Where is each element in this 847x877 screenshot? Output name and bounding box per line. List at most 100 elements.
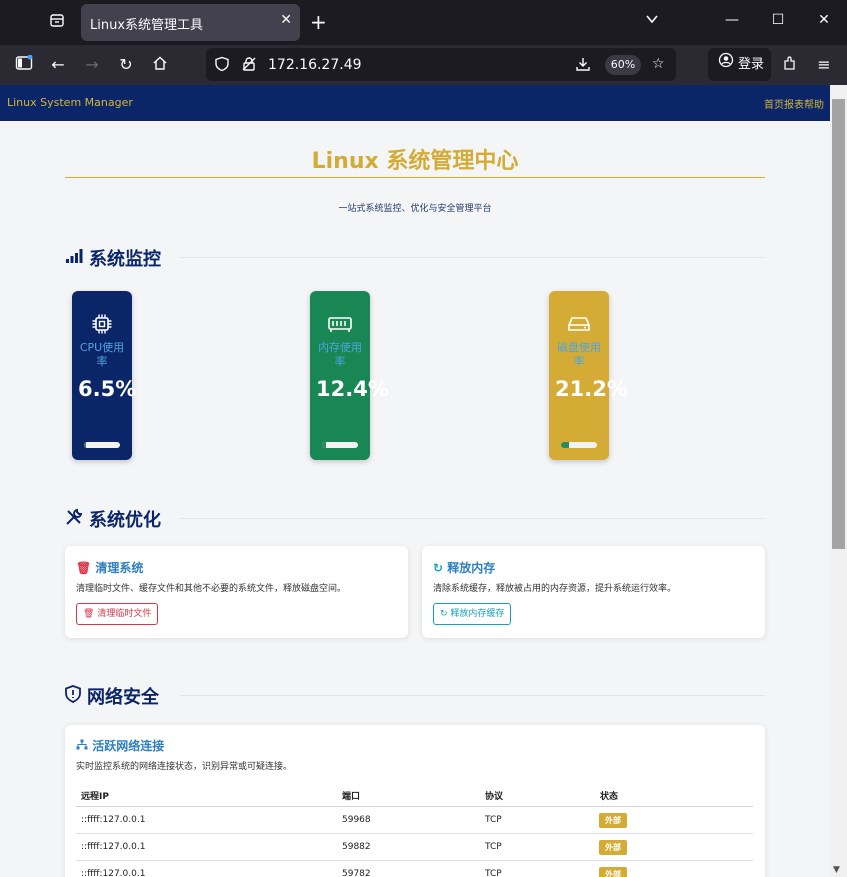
browser-tab[interactable]: Linux系统管理工具 ✕ — [81, 4, 300, 41]
header-nav-links[interactable]: 首页报表帮助 — [764, 96, 824, 111]
new-tab-icon[interactable]: + — [310, 10, 327, 34]
extensions-icon[interactable] — [780, 55, 800, 76]
section-title-optimize: 系统优化 — [65, 506, 161, 532]
forward-icon[interactable]: → — [82, 55, 102, 75]
sidebar-icon[interactable] — [14, 54, 34, 76]
memory-usage-progress-fill — [322, 442, 327, 448]
home-icon[interactable] — [150, 55, 170, 76]
list-all-tabs-icon[interactable] — [642, 12, 662, 30]
section-divider — [180, 518, 765, 519]
clean-system-title: 🗑 清理系统 — [76, 559, 143, 576]
hard-drive-icon — [549, 313, 609, 335]
memory-usage-label: 内存使用率 — [318, 341, 362, 368]
clean-system-title-text: 清理系统 — [95, 561, 144, 575]
column-header: 协议 — [485, 792, 504, 802]
trash-icon: 🗑 — [83, 609, 95, 619]
shield-icon — [65, 685, 81, 707]
page-title: Linux 系统管理中心 — [311, 149, 519, 174]
remote-ip-cell: ::ffff:127.0.0.1 — [81, 815, 146, 825]
scroll-down-arrow-icon[interactable]: ▼ — [833, 865, 840, 875]
reload-icon[interactable]: ↻ — [116, 55, 136, 75]
column-header: 状态 — [600, 792, 619, 802]
back-icon[interactable]: ← — [48, 55, 68, 75]
table-row: ::ffff:127.0.0.1 59882 TCP 外部 — [76, 834, 753, 861]
memory-usage-card: 内存使用率 12.4% — [310, 291, 389, 460]
clean-system-desc: 清理临时文件、缓存文件和其他不必要的系统文件，释放磁盘空间。 — [76, 584, 347, 594]
network-connections-desc: 实时监控系统的网络连接状态，识别异常或可疑连接。 — [76, 762, 293, 772]
section-title-optimize-text: 系统优化 — [89, 510, 161, 531]
address-bar[interactable]: 172.16.27.49 60% ☆ — [206, 48, 676, 81]
shield-icon[interactable] — [214, 56, 230, 76]
port-cell: 59782 — [342, 869, 371, 877]
bar-chart-icon — [65, 248, 83, 268]
bookmark-star-icon[interactable]: ☆ — [652, 56, 665, 72]
table-row: ::ffff:127.0.0.1 59968 TCP 外部 — [76, 807, 753, 834]
refresh-icon: ↻ — [433, 561, 444, 575]
network-connections-title-text: 活跃网络连接 — [92, 739, 165, 753]
memory-usage-value: 12.4% — [316, 377, 389, 401]
login-label: 登录 — [738, 57, 765, 72]
tab-close-icon[interactable]: ✕ — [280, 12, 292, 28]
status-badge: 外部 — [599, 813, 627, 828]
section-divider — [180, 695, 765, 696]
protocol-cell: TCP — [485, 869, 502, 877]
refresh-icon: ↻ — [440, 609, 448, 619]
close-window-icon[interactable]: ✕ — [814, 12, 834, 28]
disk-usage-value: 21.2% — [555, 377, 628, 401]
remote-ip-cell: ::ffff:127.0.0.1 — [81, 842, 146, 852]
save-page-icon[interactable] — [575, 56, 591, 76]
cpu-icon — [72, 313, 132, 335]
site-brand[interactable]: Linux System Manager — [7, 96, 133, 109]
minimize-icon[interactable]: — — [722, 12, 742, 28]
cpu-usage-progress — [84, 442, 120, 448]
trash-icon: 🗑 — [76, 561, 92, 575]
disk-usage-label: 磁盘使用率 — [557, 341, 601, 368]
cpu-usage-card: CPU使用率 6.5% — [72, 291, 137, 460]
table-header: 远程IP 端口 协议 状态 — [76, 783, 753, 807]
cpu-usage-value: 6.5% — [78, 377, 137, 401]
browser-tab-bar: Linux系统管理工具 ✕ + — ☐ ✕ — [0, 0, 847, 45]
page-scrollbar[interactable]: ▼ — [830, 85, 847, 877]
account-icon — [718, 48, 734, 81]
status-badge: 外部 — [599, 867, 627, 877]
port-cell: 59882 — [342, 842, 371, 852]
network-connections-card: 活跃网络连接 实时监控系统的网络连接状态，识别异常或可疑连接。 远程IP 端口 … — [65, 725, 765, 877]
disk-usage-progress-fill — [561, 442, 569, 448]
network-connections-title: 活跃网络连接 — [76, 737, 164, 754]
tools-icon — [65, 508, 83, 530]
menu-icon[interactable]: ≡ — [814, 55, 834, 75]
disk-usage-progress — [561, 442, 597, 448]
zoom-level-badge[interactable]: 60% — [605, 55, 641, 75]
maximize-icon[interactable]: ☐ — [768, 12, 788, 28]
page-subtitle: 一站式系统监控、优化与安全管理平台 — [338, 204, 492, 214]
clean-system-card: 🗑 清理系统 清理临时文件、缓存文件和其他不必要的系统文件，释放磁盘空间。 🗑 … — [65, 546, 408, 638]
memory-usage-progress — [322, 442, 358, 448]
web-page: Linux System Manager 首页报表帮助 Linux 系统管理中心… — [0, 85, 830, 877]
browser-nav-bar: ← → ↻ 172.16.27.49 60% ☆ 登录 ≡ — [0, 45, 847, 85]
connections-table: 远程IP 端口 协议 状态 ::ffff:127.0.0.1 59968 TCP… — [76, 783, 753, 877]
free-memory-title: ↻ 释放内存 — [433, 559, 495, 576]
free-memory-card: ↻ 释放内存 清除系统缓存，释放被占用的内存资源，提升系统运行效率。 ↻ 释放内… — [422, 546, 765, 638]
free-memory-desc: 清除系统缓存，释放被占用的内存资源，提升系统运行效率。 — [433, 584, 677, 594]
clean-temp-files-label: 清理临时文件 — [97, 609, 152, 619]
insecure-lock-icon[interactable] — [241, 56, 257, 76]
section-divider — [180, 257, 765, 258]
free-memory-title-text: 释放内存 — [447, 561, 496, 575]
port-cell: 59968 — [342, 815, 371, 825]
account-login-button[interactable]: 登录 — [708, 48, 771, 81]
tab-list-icon[interactable] — [46, 12, 68, 34]
site-header: Linux System Manager 首页报表帮助 — [0, 85, 830, 121]
cpu-usage-progress-fill — [84, 442, 87, 448]
cpu-usage-label: CPU使用率 — [79, 341, 125, 368]
status-badge: 外部 — [599, 840, 627, 855]
scrollbar-thumb[interactable] — [832, 99, 845, 549]
url-text: 172.16.27.49 — [268, 57, 362, 73]
column-header: 端口 — [342, 792, 361, 802]
clean-temp-files-button[interactable]: 🗑 清理临时文件 — [76, 603, 159, 625]
tab-title: Linux系统管理工具 — [90, 18, 204, 33]
memory-icon — [310, 313, 370, 335]
free-memory-cache-button[interactable]: ↻ 释放内存缓存 — [433, 603, 512, 625]
free-memory-cache-label: 释放内存缓存 — [450, 609, 505, 619]
section-title-monitor-text: 系统监控 — [89, 249, 161, 270]
section-title-monitor: 系统监控 — [65, 245, 161, 271]
